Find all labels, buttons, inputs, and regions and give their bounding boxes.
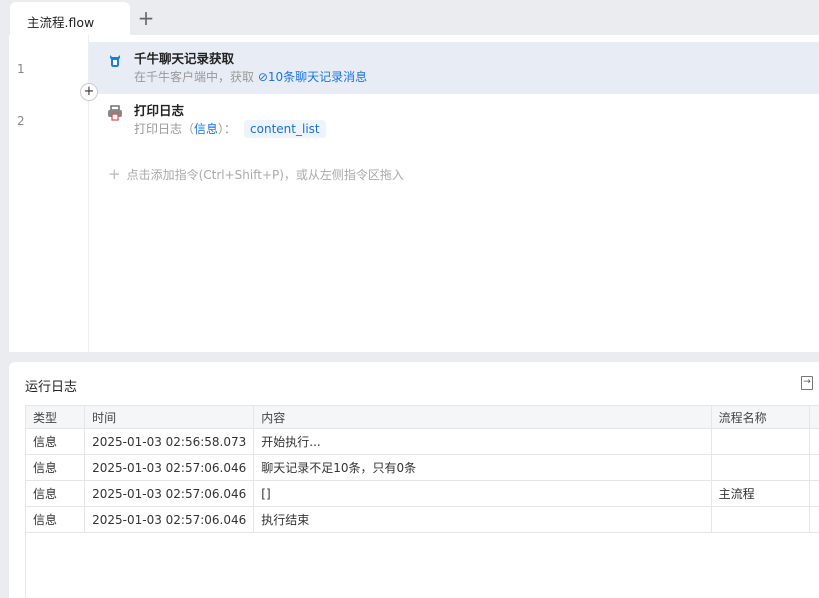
step-title: 打印日志 — [134, 103, 185, 118]
step-description: 打印日志（信息）： content_list — [134, 120, 326, 138]
step-qianniu-chat[interactable]: 千牛聊天记录获取 在千牛客户端中，获取 ⊘10条聊天记录消息 — [89, 42, 819, 94]
log-level-param[interactable]: 信息 — [194, 122, 218, 136]
flow-editor: 1 2 千牛聊天记录获取 在千牛客户端中，获取 ⊘10条聊天记录消息 + 打印日… — [9, 35, 819, 352]
step-param[interactable]: 10条聊天记录消息 — [268, 70, 367, 84]
add-command-hint[interactable]: + 点击添加指令(Ctrl+Shift+P)，或从左侧指令区拖入 — [108, 165, 404, 183]
step-print-log[interactable]: 打印日志 打印日志（信息）： content_list — [89, 94, 819, 146]
line-number: 1 — [17, 62, 25, 76]
cell-type: 信息 — [24, 454, 86, 481]
insert-step-button[interactable]: + — [80, 83, 98, 101]
cell-flow-name — [710, 428, 810, 455]
table-header: 类型 时间 内容 流程名称 — [24, 405, 819, 429]
cell-content: [] — [253, 480, 712, 507]
qianniu-icon — [110, 55, 120, 67]
column-header-flow-name[interactable]: 流程名称 — [710, 405, 810, 429]
step-desc-text: 在千牛客户端中，获取 — [134, 70, 255, 84]
cell-flow-name: 主流程 — [710, 480, 810, 507]
column-header-content[interactable]: 内容 — [253, 405, 712, 429]
cell-type: 信息 — [24, 506, 86, 533]
tab-main-flow[interactable]: 主流程.flow — [10, 2, 130, 35]
column-header-time[interactable]: 时间 — [84, 405, 255, 429]
step-desc-text: 打印日志（ — [134, 122, 195, 136]
export-log-icon[interactable]: → — [801, 376, 813, 390]
cell-time: 2025-01-03 02:57:06.046 — [84, 454, 255, 481]
line-gutter: 1 2 — [9, 35, 89, 352]
cell-extra — [808, 428, 819, 455]
tab-bar: 主流程.flow + — [0, 0, 819, 35]
cell-content: 执行结束 — [253, 506, 712, 533]
cell-extra — [808, 480, 819, 507]
step-description: 在千牛客户端中，获取 ⊘10条聊天记录消息 — [134, 68, 367, 85]
hint-text: 点击添加指令(Ctrl+Shift+P)，或从左侧指令区拖入 — [126, 168, 404, 182]
cell-extra — [808, 454, 819, 481]
run-log-panel: 运行日志 → 类型 时间 内容 流程名称 信息 2025-01-03 02:56:… — [9, 362, 819, 598]
add-tab-button[interactable]: + — [137, 6, 155, 30]
cell-extra — [808, 506, 819, 533]
plus-icon: + — [108, 165, 121, 183]
cell-content: 聊天记录不足10条，只有0条 — [253, 454, 712, 481]
cell-content: 开始执行... — [253, 428, 712, 455]
cell-flow-name — [710, 506, 810, 533]
step-title: 千牛聊天记录获取 — [134, 51, 235, 66]
cell-time: 2025-01-03 02:57:06.046 — [84, 506, 255, 533]
variable-chip[interactable]: content_list — [244, 120, 326, 138]
column-header-type[interactable]: 类型 — [24, 405, 86, 429]
column-header-extra — [808, 405, 819, 429]
panel-title: 运行日志 — [25, 380, 78, 395]
table-row[interactable]: 信息 2025-01-03 02:56:58.073 开始执行... — [24, 428, 819, 455]
cell-time: 2025-01-03 02:57:06.046 — [84, 480, 255, 507]
cell-time: 2025-01-03 02:56:58.073 — [84, 428, 255, 455]
cell-type: 信息 — [24, 428, 86, 455]
line-number: 2 — [17, 114, 25, 128]
printer-icon — [108, 105, 122, 121]
table-row[interactable]: 信息 2025-01-03 02:57:06.046 聊天记录不足10条，只有0条 — [24, 454, 819, 481]
variable-icon: ⊘ — [257, 70, 268, 84]
table-row[interactable]: 信息 2025-01-03 02:57:06.046[] 主流程 — [24, 480, 819, 507]
cell-type: 信息 — [24, 480, 86, 507]
table-row[interactable]: 信息 2025-01-03 02:57:06.046 执行结束 — [24, 506, 819, 533]
step-desc-text: ）： — [218, 122, 237, 136]
cell-flow-name — [710, 454, 810, 481]
log-table: 类型 时间 内容 流程名称 信息 2025-01-03 02:56:58.073 开… — [24, 405, 819, 533]
